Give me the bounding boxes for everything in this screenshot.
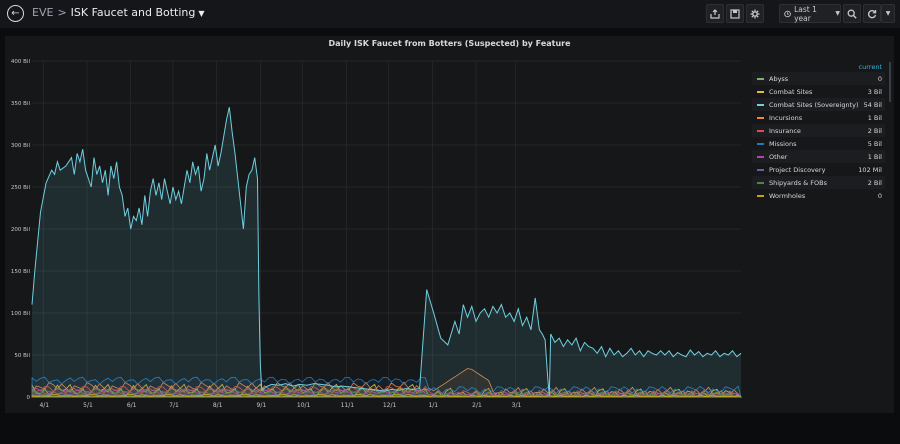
legend-series-name[interactable]: Shipyards & FOBs [769, 179, 868, 187]
legend-current-value: 2 Bil [867, 178, 882, 187]
x-tick-label: 7/1 [169, 402, 179, 409]
y-tick-label: 0 [27, 395, 31, 401]
y-tick-label: 100 Bil [11, 311, 31, 317]
legend-series-name[interactable]: Missions [769, 140, 868, 148]
x-tick-label: 5/1 [83, 402, 93, 409]
legend-item[interactable]: Project Discovery 102 Mil [752, 163, 885, 176]
legend-swatch[interactable] [757, 77, 764, 80]
x-tick-label: 8/1 [213, 402, 223, 409]
x-tick-label: 12/1 [383, 402, 397, 409]
y-tick-label: 50 Bil [14, 353, 30, 359]
legend-series-name[interactable]: Insurance [769, 127, 868, 135]
legend-current-value: 0 [877, 74, 882, 83]
legend-current-value: 1 Bil [867, 113, 882, 122]
legend-series-name[interactable]: Combat Sites (Sovereignty) [769, 101, 864, 109]
legend-series-name[interactable]: Abyss [769, 75, 878, 83]
legend-swatch[interactable] [757, 194, 764, 197]
legend-current-value: 102 Mil [858, 165, 882, 174]
legend-series-name[interactable]: Project Discovery [769, 166, 858, 174]
legend-swatch[interactable] [757, 181, 764, 184]
legend-series-name[interactable]: Other [769, 153, 868, 161]
legend-item[interactable]: Wormholes 0 [752, 189, 885, 202]
y-tick-label: 350 Bil [11, 101, 31, 107]
legend-series-name[interactable]: Combat Sites [769, 88, 868, 96]
legend-series-name[interactable]: Incursions [769, 114, 868, 122]
x-tick-label: 10/1 [297, 402, 311, 409]
legend-item[interactable]: Insurance 2 Bil [752, 124, 885, 137]
x-tick-label: 6/1 [127, 402, 137, 409]
legend-item[interactable]: Combat Sites (Sovereignty) 54 Bil [752, 98, 885, 111]
x-tick-label: 9/1 [257, 402, 267, 409]
legend-item[interactable]: Abyss 0 [752, 72, 885, 85]
legend-current-value: 1 Bil [867, 152, 882, 161]
y-tick-label: 250 Bil [11, 185, 31, 191]
x-tick-label: 1/1 [428, 402, 438, 409]
legend-swatch[interactable] [757, 168, 764, 171]
y-tick-label: 400 Bil [11, 59, 31, 65]
y-tick-label: 300 Bil [11, 143, 31, 149]
x-tick-label: 4/1 [39, 402, 49, 409]
y-tick-label: 150 Bil [11, 269, 31, 275]
y-tick-label: 200 Bil [11, 227, 31, 233]
legend-header-current[interactable]: current [752, 62, 885, 72]
legend-swatch[interactable] [757, 129, 764, 132]
legend-swatch[interactable] [757, 116, 764, 119]
legend-series-name[interactable]: Wormholes [769, 192, 878, 200]
legend-item[interactable]: Other 1 Bil [752, 150, 885, 163]
legend: current Abyss 0 Combat Sites 3 Bil Combat Si… [752, 62, 885, 202]
legend-item[interactable]: Shipyards & FOBs 2 Bil [752, 176, 885, 189]
legend-scrollbar[interactable] [889, 62, 891, 102]
legend-swatch[interactable] [757, 90, 764, 93]
legend-swatch[interactable] [757, 142, 764, 145]
legend-current-value: 2 Bil [867, 126, 882, 135]
x-tick-label: 2/1 [472, 402, 482, 409]
legend-item[interactable]: Incursions 1 Bil [752, 111, 885, 124]
legend-current-value: 5 Bil [867, 139, 882, 148]
legend-swatch[interactable] [757, 103, 764, 106]
legend-current-value: 3 Bil [867, 87, 882, 96]
legend-swatch[interactable] [757, 155, 764, 158]
legend-current-value: 0 [877, 191, 882, 200]
legend-item[interactable]: Combat Sites 3 Bil [752, 85, 885, 98]
x-tick-label: 3/1 [512, 402, 522, 409]
legend-item[interactable]: Missions 5 Bil [752, 137, 885, 150]
legend-current-value: 54 Bil [863, 100, 882, 109]
x-tick-label: 11/1 [341, 402, 355, 409]
